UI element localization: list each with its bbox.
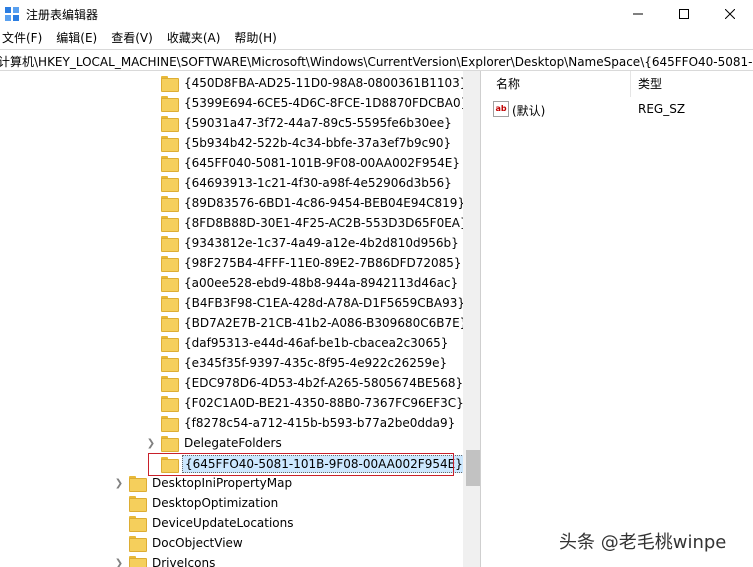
tree-item[interactable]: {450D8FBA-AD25-11D0-98A8-0800361B1103} [161, 73, 469, 93]
folder-icon [161, 96, 179, 112]
maximize-button[interactable] [661, 0, 707, 28]
folder-icon [161, 276, 179, 292]
folder-icon [129, 496, 147, 512]
folder-icon [161, 296, 179, 312]
menu-help[interactable]: 帮助(H) [227, 28, 283, 48]
tree-item[interactable]: {59031a47-3f72-44a7-89c5-5595fe6b30ee} [161, 113, 454, 133]
folder-icon [161, 396, 179, 412]
title-bar: 注册表编辑器 [0, 0, 753, 28]
tree-item[interactable]: {EDC978D6-4D53-4b2f-A265-5805674BE568} [161, 373, 465, 393]
address-bar[interactable]: 计算机\HKEY_LOCAL_MACHINE\SOFTWARE\Microsof… [0, 49, 753, 71]
tree-item[interactable]: {F02C1A0D-BE21-4350-88B0-7367FC96EF3C} [161, 393, 466, 413]
tree-item[interactable]: {5b934b42-522b-4c34-bbfe-37a3ef7b9c90} [161, 133, 453, 153]
menu-edit[interactable]: 编辑(E) [49, 28, 104, 48]
menu-file[interactable]: 文件(F) [0, 28, 49, 48]
regedit-icon [5, 7, 19, 21]
value-name: (默认) [512, 104, 546, 118]
tree-scrollbar-thumb[interactable] [466, 450, 480, 486]
tree-item[interactable]: {B4FB3F98-C1EA-428d-A78A-D1F5659CBA93} [161, 293, 467, 313]
tree-item[interactable]: DesktopIniPropertyMap [129, 473, 294, 493]
folder-icon [161, 76, 179, 92]
value-list-pane[interactable]: 名称 类型 ab (默认) REG_SZ [488, 71, 753, 567]
tree-item-delegatefolders[interactable]: DelegateFolders [161, 433, 284, 453]
tree-scrollbar[interactable] [463, 71, 480, 567]
tree-item[interactable]: {daf95313-e44d-46af-be1b-cbacea2c3065} [161, 333, 450, 353]
tree-item[interactable]: DesktopOptimization [129, 493, 280, 513]
folder-icon [161, 196, 179, 212]
tree-item[interactable]: {98F275B4-4FFF-11E0-89E2-7B86DFD72085} [161, 253, 464, 273]
chevron-right-icon[interactable]: ❯ [113, 477, 125, 489]
tree-item[interactable]: {9343812e-1c37-4a49-a12e-4b2d810d956b} [161, 233, 461, 253]
tree-item[interactable]: DriveIcons [129, 553, 217, 567]
tree-item[interactable]: DeviceUpdateLocations [129, 513, 296, 533]
folder-icon [161, 316, 179, 332]
folder-icon [161, 176, 179, 192]
maximize-icon [679, 9, 689, 19]
folder-icon [161, 216, 179, 232]
tree-item[interactable]: {645FF040-5081-101B-9F08-00AA002F954E} [161, 153, 462, 173]
tree-item[interactable]: {f8278c54-a712-415b-b593-b77a2be0dda9} [161, 413, 457, 433]
folder-icon [161, 236, 179, 252]
tree-item[interactable]: DocObjectView [129, 533, 245, 553]
close-button[interactable] [707, 0, 753, 28]
value-row[interactable]: ab (默认) REG_SZ [488, 99, 753, 119]
chevron-right-icon[interactable]: ❯ [145, 437, 157, 449]
tree-item[interactable]: {e345f35f-9397-435c-8f95-4e922c26259e} [161, 353, 449, 373]
column-header-type[interactable]: 类型 [638, 71, 662, 97]
tree-item[interactable]: {BD7A2E7B-21CB-41b2-A086-B309680C6B7E} [161, 313, 469, 333]
tree-item[interactable]: {5399E694-6CE5-4D6C-8FCE-1D8870FDCBA0} [161, 93, 470, 113]
folder-icon [161, 436, 179, 452]
menu-bar: 文件(F) 编辑(E) 查看(V) 收藏夹(A) 帮助(H) [0, 28, 753, 48]
value-type: REG_SZ [638, 102, 686, 116]
address-path[interactable]: 计算机\HKEY_LOCAL_MACHINE\SOFTWARE\Microsof… [0, 53, 753, 70]
close-icon [725, 9, 735, 19]
folder-icon [161, 116, 179, 132]
column-header-name[interactable]: 名称 [496, 71, 520, 97]
folder-icon [161, 136, 179, 152]
string-value-icon: ab [493, 101, 509, 117]
tree-item[interactable]: {89D83576-6BD1-4c86-9454-BEB04E94C819} [161, 193, 467, 213]
folder-icon [129, 476, 147, 492]
column-divider[interactable] [630, 71, 631, 97]
chevron-right-icon[interactable]: ❯ [113, 557, 125, 567]
tree-item[interactable]: {64693913-1c21-4f30-a98f-4e52906d3b56} [161, 173, 454, 193]
folder-icon [161, 256, 179, 272]
minimize-icon [633, 13, 643, 15]
folder-icon [161, 356, 179, 372]
key-tree-pane[interactable]: {450D8FBA-AD25-11D0-98A8-0800361B1103} {… [0, 71, 481, 567]
tree-item[interactable]: {8FD8B88D-30E1-4F25-AC2B-553D3D65F0EA} [161, 213, 470, 233]
watermark: 头条 @老毛桃winpe [559, 532, 727, 553]
tree-item[interactable]: {a00ee528-ebd9-48b8-944a-8942113d46ac} [161, 273, 460, 293]
folder-icon [161, 336, 179, 352]
minimize-button[interactable] [615, 0, 661, 28]
folder-icon [129, 516, 147, 532]
folder-icon [161, 376, 179, 392]
folder-icon [161, 416, 179, 432]
folder-icon [129, 536, 147, 552]
menu-view[interactable]: 查看(V) [104, 28, 160, 48]
menu-favorites[interactable]: 收藏夹(A) [160, 28, 228, 48]
folder-icon [129, 556, 147, 567]
window-title: 注册表编辑器 [26, 8, 99, 22]
folder-icon [161, 156, 179, 172]
